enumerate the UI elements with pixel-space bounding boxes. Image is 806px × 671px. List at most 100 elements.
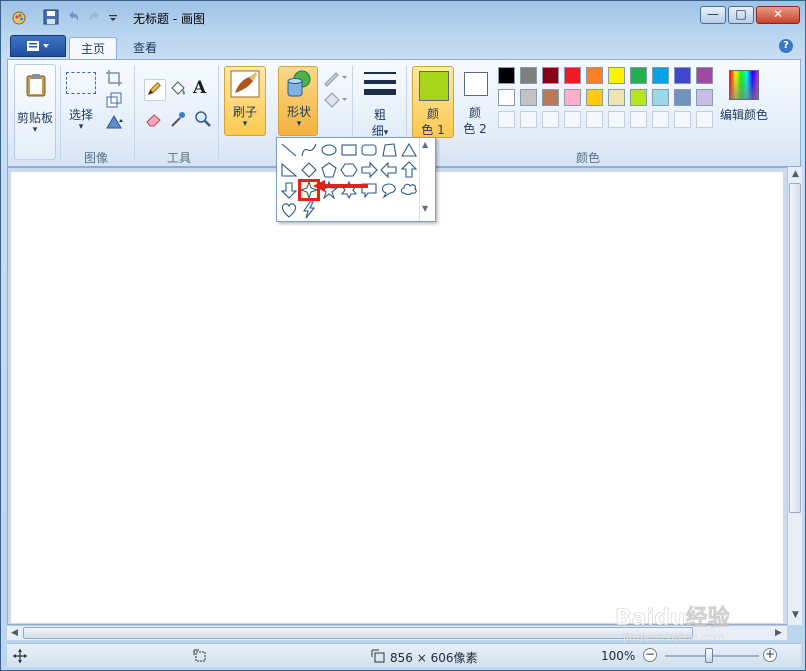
save-icon[interactable] [43,9,59,25]
pentagon-shape-icon[interactable] [320,161,338,179]
help-icon[interactable]: ? [779,39,793,53]
rotate-icon[interactable] [104,112,124,132]
palette-custom-slot[interactable] [674,111,691,128]
vertical-scrollbar[interactable]: ▲ ▼ [787,167,802,625]
palette-custom-slot[interactable] [608,111,625,128]
undo-icon[interactable] [65,9,81,25]
palette-color-swatch[interactable] [608,67,625,84]
palette-color-swatch[interactable] [498,67,515,84]
palette-color-swatch[interactable] [652,67,669,84]
shapes-button[interactable]: 形状 ▾ [278,66,318,136]
text-tool-icon[interactable]: A [193,78,213,98]
outline-icon[interactable] [322,68,348,88]
line-shape-icon[interactable] [280,141,298,159]
fill-tool[interactable] [168,79,188,99]
rectangle-shape-icon[interactable] [340,141,358,159]
crop-icon[interactable] [104,68,124,88]
palette-color-swatch[interactable] [564,67,581,84]
palette-custom-slot[interactable] [542,111,559,128]
magnifier-icon [195,111,211,127]
palette-color-swatch[interactable] [564,89,581,106]
palette-color-swatch[interactable] [586,67,603,84]
heart-shape-icon[interactable] [280,201,298,219]
customize-qat-icon[interactable] [107,9,119,25]
palette-custom-slot[interactable] [652,111,669,128]
size-button[interactable]: 粗 细▾ [360,66,400,138]
zoom-slider-thumb[interactable] [705,648,713,663]
palette-custom-slot[interactable] [586,111,603,128]
palette-color-swatch[interactable] [630,67,647,84]
resize-icon[interactable] [104,90,124,110]
horizontal-scroll-thumb[interactable] [23,627,693,639]
minimize-button[interactable]: — [700,6,726,24]
palette-color-swatch[interactable] [498,89,515,106]
down-arrow-shape-icon[interactable] [280,181,298,199]
right-triangle-shape-icon[interactable] [280,161,298,179]
gallery-scroll-down-icon[interactable]: ▼ [422,204,428,213]
palette-color-swatch[interactable] [608,89,625,106]
gallery-scroll-up-icon[interactable]: ▲ [422,140,428,149]
redo-icon[interactable] [87,9,103,25]
select-icon[interactable] [66,72,96,94]
hexagon-shape-icon[interactable] [340,161,358,179]
polygon-shape-icon[interactable] [380,141,398,159]
fill-icon[interactable] [322,90,348,110]
brushes-button[interactable]: 刷子 ▾ [224,66,266,136]
palette-color-swatch[interactable] [542,67,559,84]
palette-color-swatch[interactable] [652,89,669,106]
pencil-icon [147,82,161,96]
right-arrow-shape-icon[interactable] [360,161,378,179]
tab-view[interactable]: 查看 [123,37,167,60]
menu-icon [27,41,49,51]
rounded-rectangle-shape-icon[interactable] [360,141,378,159]
palette-color-swatch[interactable] [696,67,713,84]
color2-button[interactable]: 颜 色 2 [458,66,494,138]
palette-custom-slot[interactable] [564,111,581,128]
palette-custom-slot[interactable] [520,111,537,128]
magnifier-tool[interactable] [193,109,213,129]
palette-color-swatch[interactable] [630,89,647,106]
oval-callout-shape-icon[interactable] [380,181,398,199]
paint-app-icon[interactable] [11,9,27,25]
palette-custom-slot[interactable] [498,111,515,128]
select-label[interactable]: 选择 [60,106,102,123]
palette-color-swatch[interactable] [674,89,691,106]
palette-color-swatch[interactable] [520,67,537,84]
scroll-up-icon[interactable]: ▲ [788,167,803,182]
triangle-shape-icon[interactable] [400,141,418,159]
palette-custom-slot[interactable] [630,111,647,128]
tab-home[interactable]: 主页 [69,37,117,60]
left-arrow-shape-icon[interactable] [380,161,398,179]
drawing-canvas[interactable] [11,172,783,623]
zoom-in-button[interactable]: + [763,648,777,662]
color-picker-tool[interactable] [168,109,188,129]
lightning-shape-icon[interactable] [300,201,318,219]
close-button[interactable]: ✕ [756,6,800,24]
pencil-tool[interactable] [144,79,166,101]
palette-color-swatch[interactable] [542,89,559,106]
window-title: 无标题 - 画图 [133,12,205,26]
cursor-position-icon [13,649,27,663]
eraser-tool[interactable] [144,109,164,129]
palette-color-swatch[interactable] [520,89,537,106]
select-dropdown-icon[interactable]: ▾ [60,122,102,132]
oval-shape-icon[interactable] [320,141,338,159]
gallery-scrollbar[interactable]: ▲ ▼ [419,138,435,221]
vertical-scroll-thumb[interactable] [789,183,801,513]
diamond-shape-icon[interactable] [300,161,318,179]
palette-custom-slot[interactable] [696,111,713,128]
color1-button[interactable]: 颜 色 1 [412,66,454,138]
scroll-left-icon[interactable]: ◀ [7,626,22,641]
zoom-out-button[interactable]: − [643,648,657,662]
palette-color-swatch[interactable] [586,89,603,106]
curve-shape-icon[interactable] [300,141,318,159]
paint-menu-button[interactable] [10,35,66,57]
palette-color-swatch[interactable] [674,67,691,84]
color2-label-line2: 色 2 [463,122,487,136]
palette-color-swatch[interactable] [696,89,713,106]
edit-colors-button[interactable]: 编辑颜色 [716,66,772,126]
up-arrow-shape-icon[interactable] [400,161,418,179]
clipboard-button[interactable]: 剪贴板 ▾ [14,64,56,160]
maximize-button[interactable]: □ [728,6,754,24]
cloud-callout-shape-icon[interactable] [400,181,418,199]
